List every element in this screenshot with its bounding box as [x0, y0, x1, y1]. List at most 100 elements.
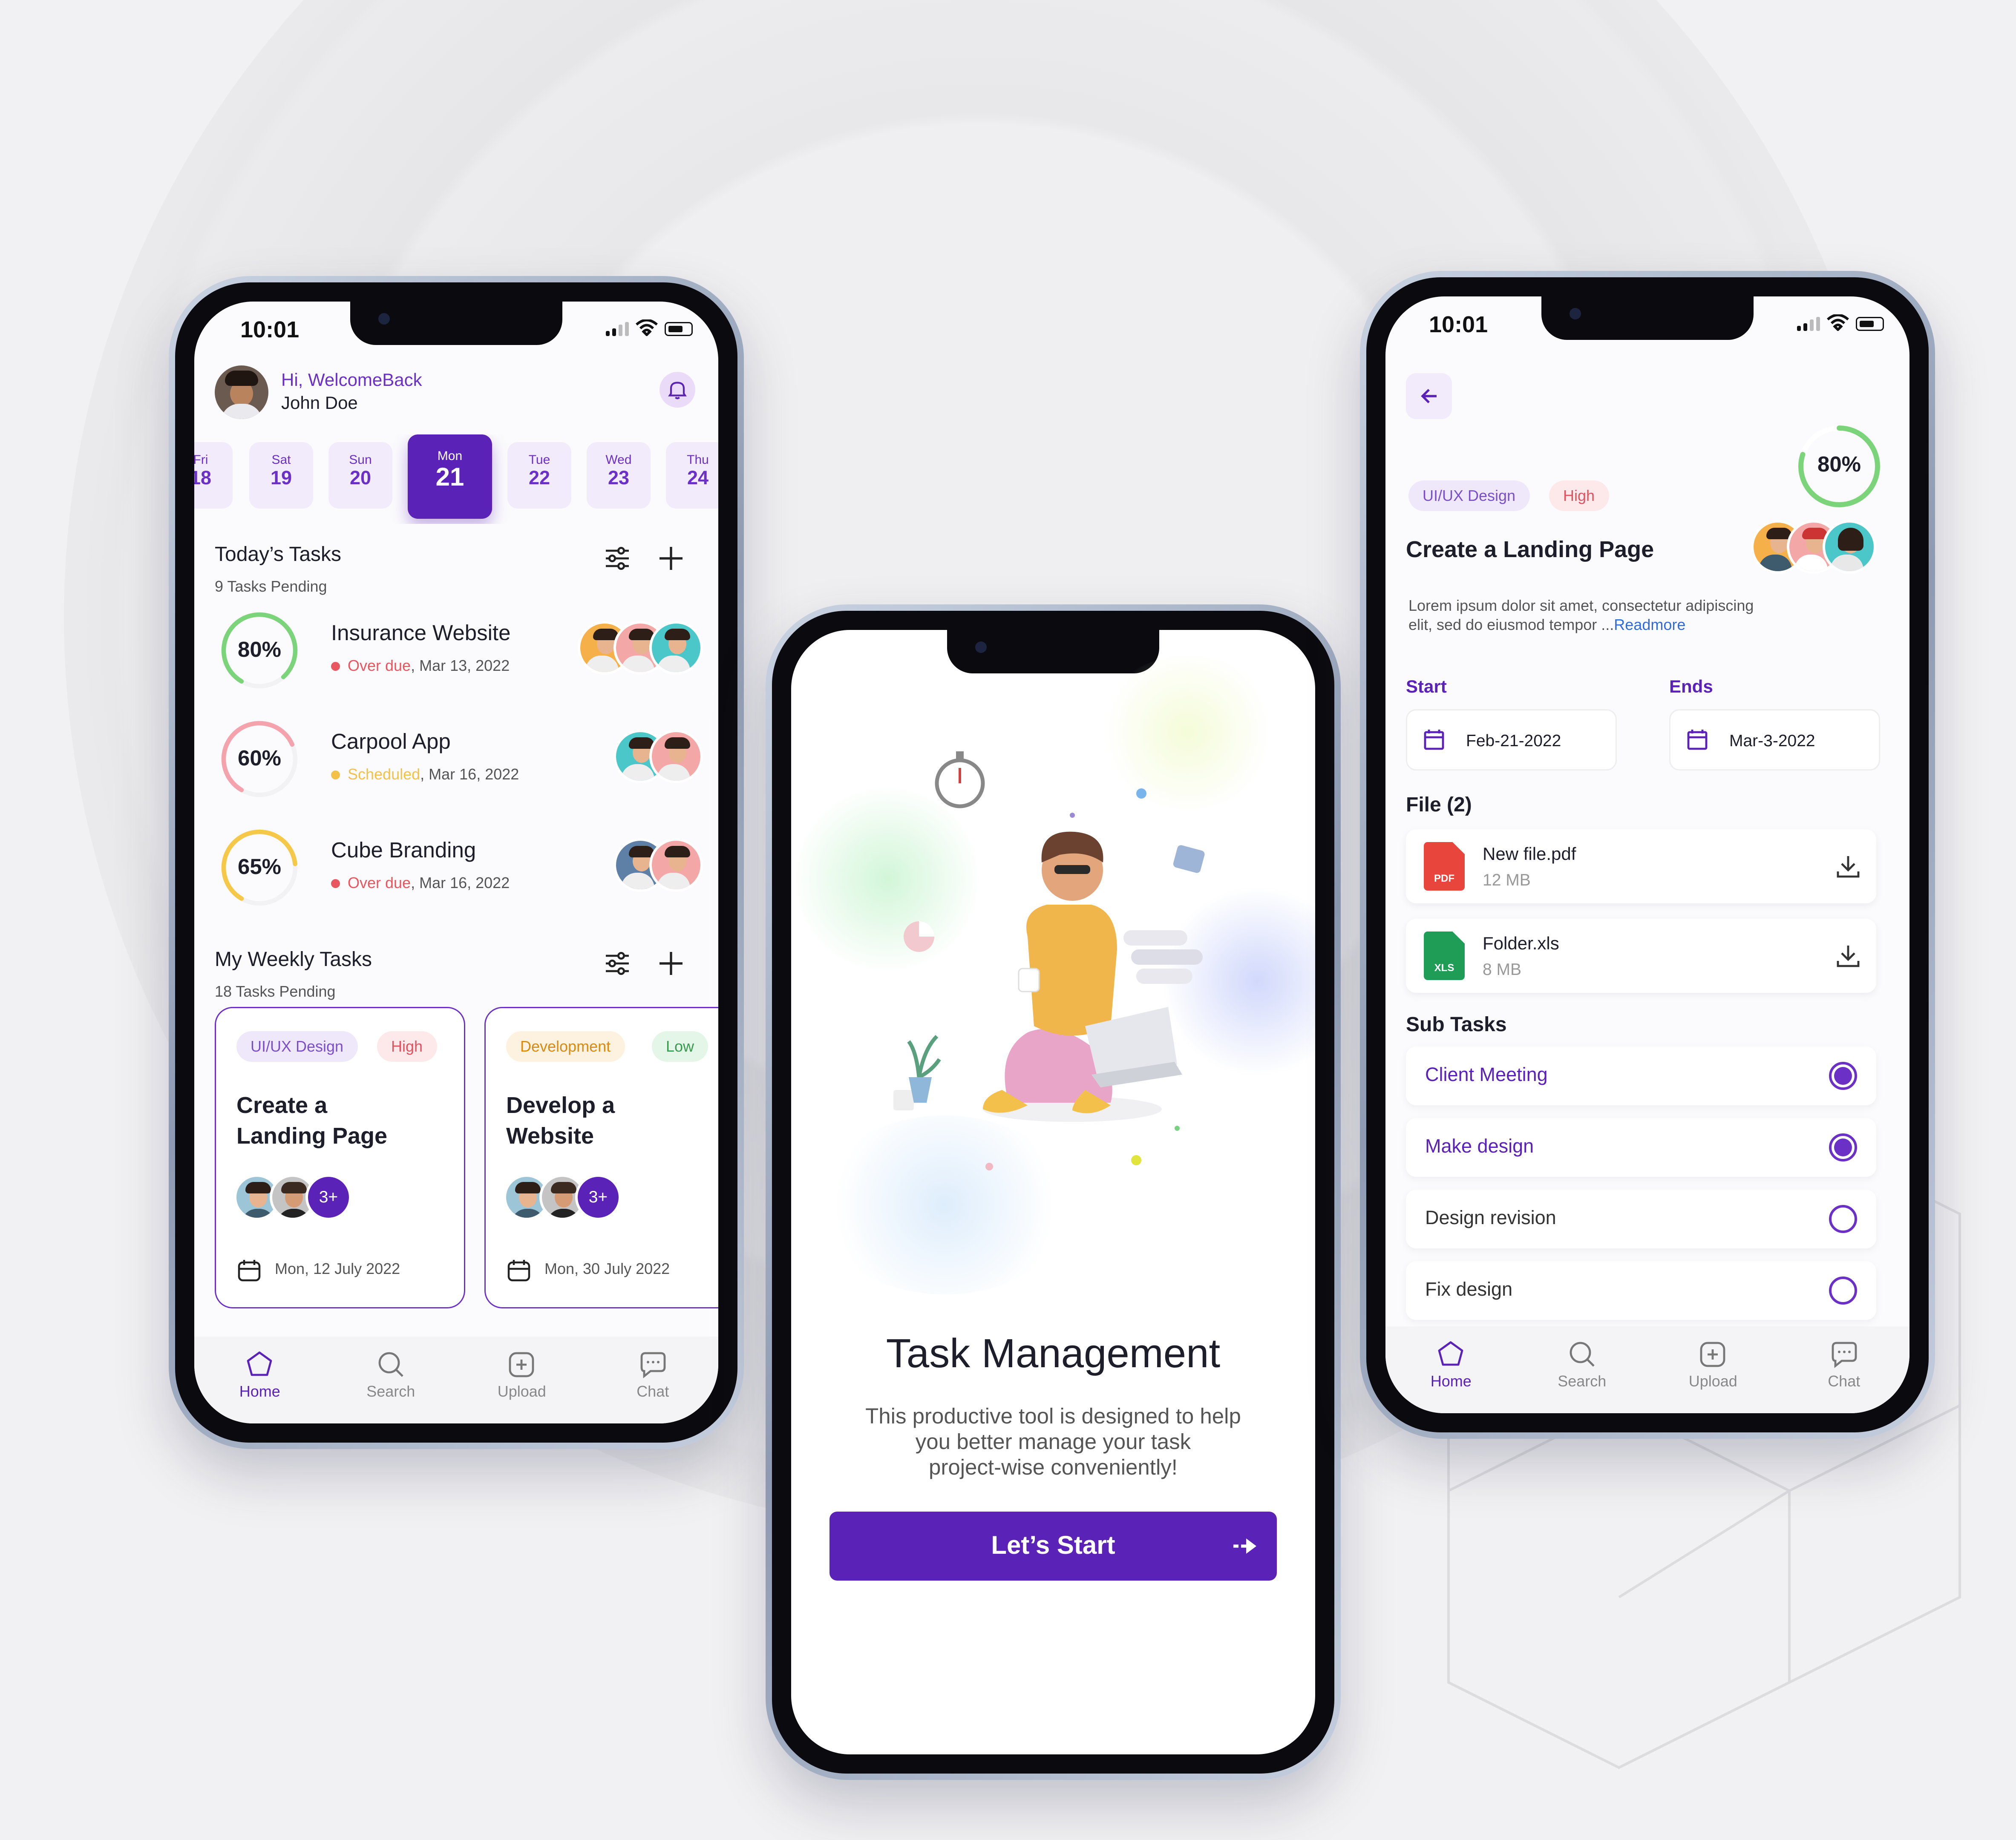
start-date-field[interactable]: Feb-21-2022	[1406, 709, 1617, 770]
date-mon-selected[interactable]: Mon 21	[408, 434, 492, 519]
card-avatars: 3+	[504, 1174, 644, 1225]
date-day: Thu	[687, 454, 709, 468]
status-time: 10:01	[240, 317, 300, 342]
nav-chat[interactable]: Chat	[1793, 1339, 1895, 1413]
date-tue[interactable]: Tue 22	[507, 442, 571, 509]
chat-icon	[1831, 1342, 1857, 1368]
description-line: project-wise conveniently!	[929, 1455, 1178, 1480]
nav-home[interactable]: Home	[1400, 1339, 1502, 1413]
date-sat[interactable]: Sat 19	[249, 442, 313, 509]
nav-upload[interactable]: Upload	[1662, 1339, 1764, 1413]
home-icon	[247, 1351, 273, 1376]
status-icons	[1797, 314, 1884, 331]
onboarding-screen: Task Management This productive tool is …	[791, 630, 1315, 1754]
file-name: Folder.xls	[1483, 933, 1559, 953]
task-percent: 65%	[237, 855, 282, 879]
more-members-badge: 3+	[575, 1174, 621, 1220]
today-pending: 9 Tasks Pending	[215, 578, 327, 595]
checked-radio-icon[interactable]	[1829, 1062, 1857, 1090]
subtask-item[interactable]: Make design	[1406, 1118, 1876, 1177]
lets-start-button[interactable]: Let’s Start	[829, 1512, 1277, 1581]
start-label: Start	[1406, 676, 1447, 696]
nav-upload[interactable]: Upload	[471, 1349, 573, 1423]
battery-icon	[665, 322, 693, 336]
date-wed[interactable]: Wed 23	[587, 442, 651, 509]
filter-icon[interactable]	[603, 949, 631, 978]
date-fri[interactable]: Fri18	[194, 442, 233, 509]
unchecked-radio-icon[interactable]	[1829, 1276, 1857, 1305]
task-row[interactable]: 60% Carpool App Scheduled, Mar 16, 2022	[215, 714, 703, 804]
date-day: Sun	[349, 454, 372, 468]
nav-home[interactable]: Home	[209, 1349, 311, 1423]
today-title: Today’s Tasks	[215, 544, 342, 566]
date-num: 20	[349, 468, 372, 489]
date-sun[interactable]: Sun 20	[328, 442, 392, 509]
card-date: Mon, 30 July 2022	[544, 1260, 670, 1278]
file-item[interactable]: PDF New file.pdf 12 MB	[1406, 829, 1876, 903]
unchecked-radio-icon[interactable]	[1829, 1205, 1857, 1233]
ellipsis: ...	[1597, 616, 1614, 634]
subtask-item[interactable]: Client Meeting	[1406, 1046, 1876, 1105]
subtask-label: Design revision	[1425, 1208, 1556, 1229]
checked-radio-icon[interactable]	[1829, 1133, 1857, 1162]
nav-search[interactable]: Search	[340, 1349, 442, 1423]
pdf-file-icon: PDF	[1424, 842, 1465, 891]
tag-priority: High	[1549, 480, 1609, 511]
date-num: 18	[194, 468, 212, 489]
subtask-item[interactable]: Design revision	[1406, 1190, 1876, 1248]
nav-search-label: Search	[366, 1383, 415, 1400]
nav-upload-label: Upload	[1688, 1372, 1737, 1390]
bottom-nav: Home Search Upload Chat	[194, 1337, 718, 1423]
description-line-2: elit, sed do eiusmod tempor ...Readmore	[1408, 616, 1843, 635]
calendar-icon	[507, 1260, 530, 1282]
signal-icon	[606, 322, 629, 336]
task-meta: Scheduled, Mar 16, 2022	[331, 765, 519, 783]
task-avatars	[578, 621, 703, 677]
task-status: Scheduled	[348, 765, 420, 783]
description-line: you better manage your task	[915, 1430, 1191, 1454]
status-dot	[331, 770, 340, 779]
notch	[1541, 296, 1754, 340]
subtasks-title: Sub Tasks	[1406, 1015, 1507, 1036]
nav-search-label: Search	[1558, 1372, 1607, 1390]
weekly-card-2[interactable]: Development Low Develop a Website 3+ Mon…	[484, 1007, 718, 1308]
task-row[interactable]: 80% Insurance Website Over due, Mar 13, 20…	[215, 606, 703, 695]
nav-search[interactable]: Search	[1531, 1339, 1633, 1413]
nav-chat-label: Chat	[1828, 1372, 1860, 1390]
end-date-field[interactable]: Mar-3-2022	[1669, 709, 1880, 770]
notch	[350, 302, 562, 345]
tag-priority: Low	[652, 1031, 708, 1062]
detail-avatars	[1751, 520, 1892, 576]
status-dot	[331, 662, 340, 671]
date-thu[interactable]: Thu 24	[666, 442, 718, 509]
card-title-line1: Develop a	[506, 1092, 615, 1118]
add-icon[interactable]	[657, 544, 685, 572]
weekly-pending: 18 Tasks Pending	[215, 983, 336, 1000]
download-icon[interactable]	[1835, 854, 1861, 879]
date-strip: Fri18 Sat19 Sun20 Mon21 Tue22 Wed23 Thu2…	[194, 434, 718, 524]
bell-icon	[668, 382, 687, 400]
task-row[interactable]: 65% Cube Branding Over due, Mar 16, 2022	[215, 823, 703, 912]
file-name: New file.pdf	[1483, 843, 1576, 864]
download-icon[interactable]	[1835, 943, 1861, 969]
subtask-item[interactable]: Fix design	[1406, 1261, 1876, 1320]
file-size: 12 MB	[1483, 870, 1531, 889]
wifi-icon	[636, 319, 658, 336]
signal-icon	[1797, 317, 1820, 331]
filter-icon[interactable]	[603, 544, 631, 572]
file-size: 8 MB	[1483, 960, 1522, 979]
back-button[interactable]	[1406, 373, 1452, 419]
subtask-label: Fix design	[1425, 1279, 1513, 1301]
card-title-line1: Create a	[236, 1092, 328, 1118]
add-icon[interactable]	[657, 949, 685, 978]
weekly-card-1[interactable]: UI/UX Design High Create a Landing Page …	[215, 1007, 465, 1308]
nav-home-label: Home	[239, 1383, 280, 1400]
user-avatar[interactable]	[215, 365, 268, 419]
task-avatars	[613, 730, 703, 786]
readmore-link[interactable]: Readmore	[1614, 616, 1685, 634]
weekly-title: My Weekly Tasks	[215, 949, 372, 971]
nav-chat[interactable]: Chat	[602, 1349, 704, 1423]
notch	[947, 630, 1159, 673]
file-item[interactable]: XLS Folder.xls 8 MB	[1406, 919, 1876, 993]
notification-button[interactable]	[660, 372, 695, 408]
